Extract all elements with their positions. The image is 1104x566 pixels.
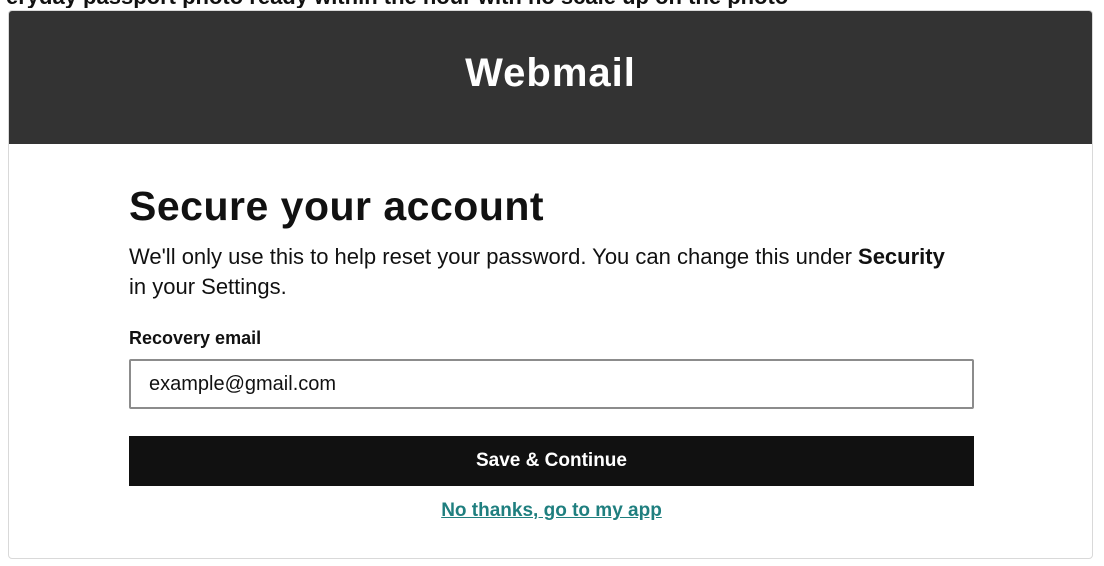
recovery-email-label: Recovery email — [129, 328, 262, 348]
page-title: Secure your account — [129, 183, 545, 229]
recovery-card: Webmail Secure your account We'll only u… — [8, 10, 1093, 559]
header-bar: Webmail — [9, 11, 1092, 144]
description-text-end: in your Settings. — [129, 274, 287, 299]
app-title: Webmail — [465, 51, 636, 95]
save-continue-button[interactable]: Save & Continue — [129, 436, 974, 486]
skip-link[interactable]: No thanks, go to my app — [129, 500, 974, 522]
main-content: Secure your account We'll only use this … — [129, 144, 974, 522]
security-emphasis: Security — [858, 244, 945, 269]
description: We'll only use this to help reset your p… — [129, 242, 949, 302]
recovery-email-input[interactable] — [129, 359, 974, 409]
description-text: We'll only use this to help reset your p… — [129, 244, 859, 269]
top-caption-text: eryday passport photo ready within the h… — [0, 0, 1104, 8]
